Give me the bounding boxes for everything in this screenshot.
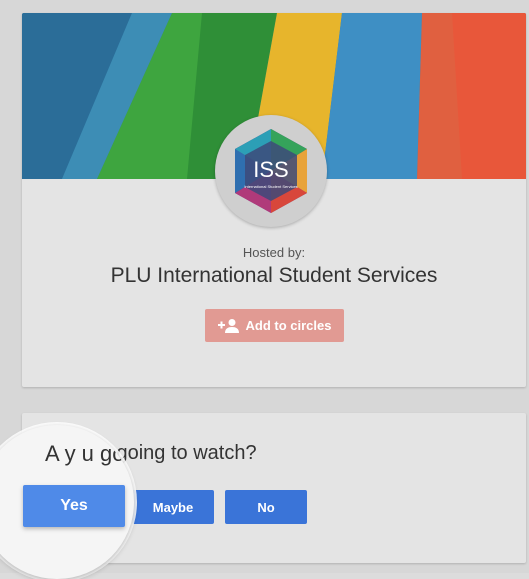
magnified-question: A y u going to watch?	[45, 441, 134, 466]
add-person-icon	[217, 318, 239, 333]
add-to-circles-label: Add to circles	[245, 318, 332, 333]
yes-button[interactable]: Yes	[23, 485, 125, 527]
hosted-by-label: Hosted by:	[242, 245, 306, 260]
host-avatar[interactable]: ISS International Student Services	[215, 115, 327, 227]
host-card: ISS International Student Services Hoste…	[22, 13, 526, 387]
maybe-button[interactable]: Maybe	[132, 490, 214, 524]
logo-subtext: International Student Services	[244, 184, 297, 189]
host-name[interactable]: PLU International Student Services	[22, 264, 526, 288]
no-button[interactable]: No	[225, 490, 307, 524]
iss-logo-icon: ISS International Student Services	[235, 129, 307, 213]
add-to-circles-button[interactable]: Add to circles	[205, 309, 344, 342]
logo-text: ISS	[253, 157, 288, 182]
